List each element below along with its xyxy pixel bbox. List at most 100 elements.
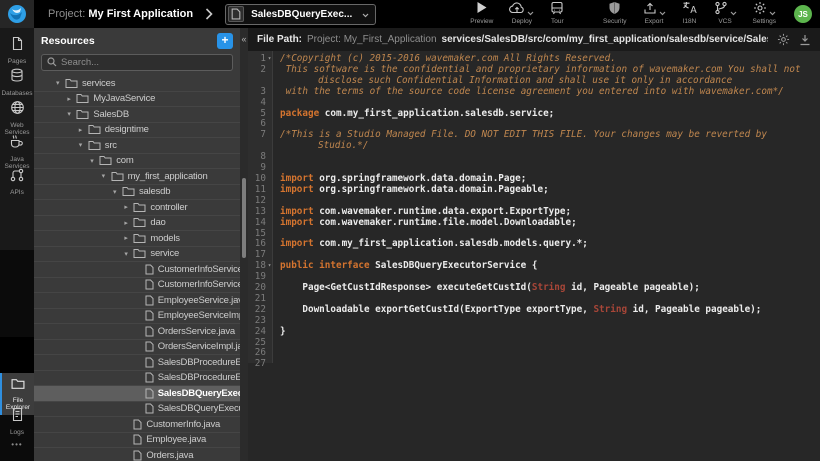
caret-down-icon[interactable]: ▾ xyxy=(67,110,76,118)
vcs-button[interactable]: VCS xyxy=(714,3,737,25)
code-line[interactable]: 16import com.my_first_application.salesd… xyxy=(248,239,820,250)
tree-item-label: com xyxy=(116,155,133,166)
rail-item-apis[interactable]: APIs xyxy=(0,168,34,196)
rail-item-javaservices[interactable]: Java Services xyxy=(0,134,34,170)
file-path-bar: File Path: Project: My_First_Application… xyxy=(248,28,820,51)
tree-folder-salesdb[interactable]: ▾salesdb xyxy=(34,185,240,201)
caret-down-icon[interactable]: ▾ xyxy=(124,250,133,258)
line-number: 7 xyxy=(248,130,273,152)
caret-right-icon[interactable]: ▸ xyxy=(124,203,133,211)
code-line[interactable]: 14import com.wavemaker.runtime.file.mode… xyxy=(248,218,820,229)
code-line[interactable]: 7/*This is a Studio Managed File. DO NOT… xyxy=(248,130,820,152)
tree-file[interactable]: Employee.java xyxy=(34,433,240,449)
more-options-button[interactable]: ••• xyxy=(0,440,34,449)
code-line[interactable]: 22 Downloadable exportGetCustId(ExportTy… xyxy=(248,305,820,316)
tree-folder-designtime[interactable]: ▸ designtime xyxy=(34,123,240,139)
avatar[interactable]: JS xyxy=(794,5,812,23)
tree-file[interactable]: EmployeeServiceImpl.java xyxy=(34,309,240,325)
code-line[interactable]: 26 xyxy=(248,348,820,359)
code-editor[interactable]: 1▾/*Copyright (c) 2015-2016 wavemaker.co… xyxy=(248,51,820,461)
code-line[interactable]: 25 xyxy=(248,338,820,349)
fold-arrow-icon[interactable]: ▾ xyxy=(266,54,273,65)
add-resource-button[interactable]: + xyxy=(217,33,233,49)
rail-item-pages[interactable]: Pages xyxy=(0,36,34,65)
code-line[interactable]: 2 This software is the confidential and … xyxy=(248,65,820,87)
folder-icon xyxy=(88,140,101,151)
code-line[interactable]: 5package com.my_first_application.salesd… xyxy=(248,109,820,120)
tree-folder-my_first_application[interactable]: ▾my_first_application xyxy=(34,169,240,185)
fold-spacer xyxy=(266,272,273,283)
caret-down-icon[interactable]: ▾ xyxy=(102,172,111,180)
tour-button[interactable]: Tour xyxy=(550,3,564,25)
caret-right-icon[interactable]: ▸ xyxy=(79,126,88,134)
caret-down-icon[interactable]: ▾ xyxy=(113,188,122,196)
tree-folder-dao[interactable]: ▸dao xyxy=(34,216,240,232)
tree-folder-MyJavaService[interactable]: ▸MyJavaService xyxy=(34,92,240,108)
tree-folder-com[interactable]: ▾ com xyxy=(34,154,240,170)
tree-file[interactable]: SalesDBProcedureExecutorService.java xyxy=(34,355,240,371)
tree-item-label: OrdersService.java xyxy=(158,326,235,337)
rail-item-databases[interactable]: Databases xyxy=(0,68,34,97)
fold-arrow-icon[interactable]: ▾ xyxy=(266,261,273,272)
rail-item-logs[interactable]: Logs xyxy=(0,407,34,436)
wavemaker-logo[interactable] xyxy=(0,0,34,28)
caret-down-icon[interactable]: ▾ xyxy=(56,79,65,87)
editor-settings-gear-icon[interactable] xyxy=(777,33,790,46)
tree-file[interactable]: CustomerInfoServiceImpl.java xyxy=(34,278,240,294)
code-line[interactable]: 27 xyxy=(248,359,820,370)
tree-file[interactable]: SalesDBProcedureExecutorServiceImpl.java xyxy=(34,371,240,387)
code-line[interactable]: 3 with the terms of the source code lice… xyxy=(248,87,820,98)
code-line[interactable]: 23 xyxy=(248,316,820,327)
file-selector-dropdown[interactable]: SalesDBQueryExec... xyxy=(225,4,376,25)
caret-down-icon[interactable]: ▾ xyxy=(90,157,99,165)
tree-file[interactable]: CustomerInfo.java xyxy=(34,417,240,433)
tree-file[interactable]: OrdersService.java xyxy=(34,324,240,340)
collapse-panel-button[interactable]: « xyxy=(240,34,248,44)
caret-right-icon[interactable]: ▸ xyxy=(67,95,76,103)
settings-button[interactable]: Settings xyxy=(753,3,777,25)
chevron-right-icon xyxy=(205,8,213,20)
code-line[interactable]: 8 xyxy=(248,152,820,163)
tree-file[interactable]: SalesDBQueryExecutorServiceImpl.java xyxy=(34,402,240,418)
caret-right-icon[interactable]: ▸ xyxy=(124,219,133,227)
deploy-button[interactable]: Deploy xyxy=(509,3,534,25)
tree-file[interactable]: Orders.java xyxy=(34,448,240,461)
tree-folder-services[interactable]: ▾services xyxy=(34,76,240,92)
code-line[interactable]: 11import org.springframework.data.domain… xyxy=(248,185,820,196)
download-file-icon[interactable] xyxy=(799,34,811,46)
tree-scrollbar[interactable] xyxy=(242,178,246,258)
tree-file[interactable]: OrdersServiceImpl.java xyxy=(34,340,240,356)
code-line[interactable]: 20 Page<GetCustIdResponse> executeGetCus… xyxy=(248,283,820,294)
preview-button[interactable]: Preview xyxy=(470,3,493,25)
file-icon xyxy=(145,341,154,352)
top-bar: Project: My First Application SalesDBQue… xyxy=(0,0,820,28)
fold-spacer xyxy=(266,250,273,261)
i18n-button[interactable]: AI18N xyxy=(682,3,698,25)
tree-folder-service[interactable]: ▾service xyxy=(34,247,240,263)
vcs-label: VCS xyxy=(718,18,731,25)
file-icon xyxy=(133,434,142,445)
rail-item-webservices[interactable]: Web Services xyxy=(0,100,34,136)
tree-folder-controller[interactable]: ▸controller xyxy=(34,200,240,216)
tree-item-label: designtime xyxy=(105,124,149,135)
export-button[interactable]: Export xyxy=(643,3,666,25)
project-label: Project: xyxy=(48,8,85,20)
tree-file[interactable]: SalesDBQueryExecutorService.java xyxy=(34,386,240,402)
search-input[interactable]: Search... xyxy=(41,54,233,71)
security-button[interactable]: Security xyxy=(603,3,626,25)
code-line[interactable]: 18▾public interface SalesDBQueryExecutor… xyxy=(248,261,820,272)
security-icon xyxy=(608,1,621,20)
code-line[interactable]: 24} xyxy=(248,327,820,338)
caret-right-icon[interactable]: ▸ xyxy=(124,234,133,242)
tree-folder-SalesDB[interactable]: ▾SalesDB xyxy=(34,107,240,123)
main-area: ••• Pages Databases Web ServicesJava Servi… xyxy=(0,28,820,461)
tree-file[interactable]: EmployeeService.java xyxy=(34,293,240,309)
tree-file[interactable]: CustomerInfoService.java xyxy=(34,262,240,278)
panel-divider[interactable]: « xyxy=(240,28,248,461)
tour-label: Tour xyxy=(551,18,564,25)
tree-folder-src[interactable]: ▾src xyxy=(34,138,240,154)
chevron-down-icon xyxy=(362,5,369,23)
folder-icon xyxy=(122,186,135,197)
caret-down-icon[interactable]: ▾ xyxy=(79,141,88,149)
tree-folder-models[interactable]: ▸models xyxy=(34,231,240,247)
